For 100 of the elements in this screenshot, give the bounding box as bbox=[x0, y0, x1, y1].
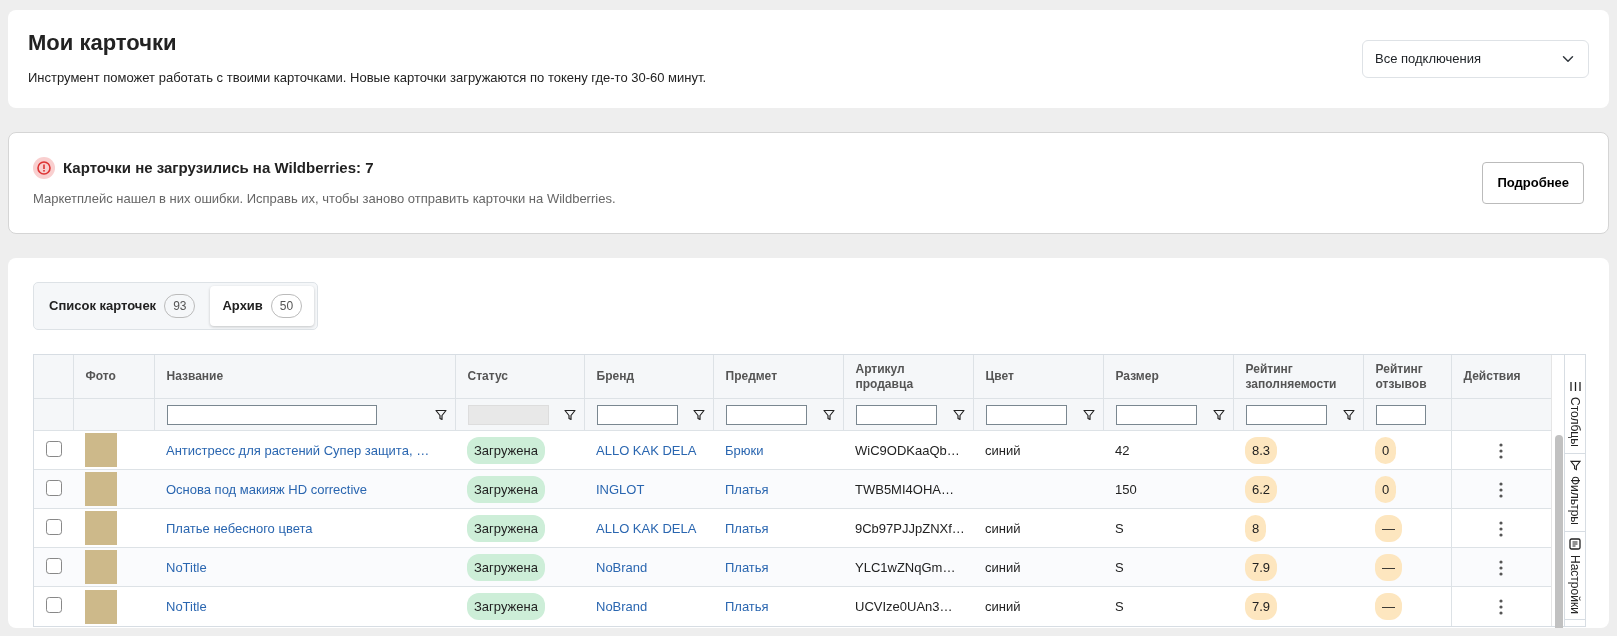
table-cell: синий bbox=[985, 520, 1021, 536]
kebab-icon bbox=[1499, 482, 1504, 499]
column-header: Фото bbox=[85, 369, 117, 385]
status-badge: Загружена bbox=[467, 592, 545, 621]
filter-icon[interactable] bbox=[822, 408, 835, 421]
column-header: Статус bbox=[467, 369, 509, 385]
rating-badge: — bbox=[1375, 514, 1402, 543]
photo-placeholder bbox=[85, 589, 117, 624]
filter-field[interactable] bbox=[1245, 404, 1328, 425]
filter-icon[interactable] bbox=[434, 408, 447, 421]
rating-badge: 0 bbox=[1375, 436, 1397, 465]
row-checkbox[interactable] bbox=[46, 479, 62, 496]
photo-placeholder bbox=[85, 511, 117, 546]
table-link[interactable]: ALLO KAK DELA bbox=[596, 442, 697, 458]
rating-badge: 8 bbox=[1245, 514, 1267, 543]
table-cell: S bbox=[1115, 598, 1124, 614]
kebab-icon bbox=[1499, 521, 1504, 538]
table-cell: синий bbox=[985, 598, 1021, 614]
rating-badge: 7.9 bbox=[1245, 553, 1278, 582]
table-cell: 42 bbox=[1115, 442, 1130, 458]
error-icon bbox=[33, 157, 55, 180]
table-cell: YLC1wZNqGm… bbox=[855, 559, 956, 575]
scrollbar-thumb[interactable] bbox=[1555, 434, 1563, 628]
filter-icon[interactable] bbox=[563, 408, 576, 421]
table-link[interactable]: INGLOT bbox=[596, 481, 645, 497]
filter-field[interactable] bbox=[855, 404, 938, 425]
column-header: Размер bbox=[1115, 369, 1160, 385]
status-badge: Загружена bbox=[467, 553, 545, 582]
alert-title: Карточки не загрузились на Wildberries: 7 bbox=[63, 157, 374, 178]
filter-icon[interactable] bbox=[692, 408, 705, 421]
tab-label: Список карточек bbox=[49, 297, 157, 316]
filter-field[interactable] bbox=[985, 404, 1068, 425]
filter-icon bbox=[1569, 459, 1581, 471]
status-badge: Загружена bbox=[467, 436, 545, 465]
photo-placeholder bbox=[85, 550, 117, 585]
rating-badge: 0 bbox=[1375, 475, 1397, 504]
rating-badge: — bbox=[1375, 592, 1402, 621]
table-link[interactable]: Платья bbox=[725, 481, 769, 497]
column-header: Рейтинг отзывов bbox=[1375, 361, 1428, 392]
status-badge: Загружена bbox=[467, 475, 545, 504]
table-cell: 150 bbox=[1115, 481, 1137, 497]
tab[interactable]: Список карточек 93 bbox=[37, 285, 208, 326]
table-cell: 9Cb97PJJpZNXf… bbox=[855, 520, 965, 536]
table-cell: S bbox=[1115, 559, 1124, 575]
kebab-icon bbox=[1499, 599, 1504, 616]
table-link[interactable]: Платье небесного цвета bbox=[166, 520, 313, 536]
kebab-icon bbox=[1499, 443, 1504, 460]
status-badge: Загружена bbox=[467, 514, 545, 543]
page-title: Мои карточки bbox=[28, 30, 178, 57]
table-cell: S bbox=[1115, 520, 1124, 536]
details-button[interactable]: Подробнее bbox=[1482, 162, 1584, 204]
columns-icon bbox=[1569, 380, 1581, 392]
row-checkbox[interactable] bbox=[46, 518, 62, 535]
filter-field[interactable] bbox=[1375, 404, 1426, 425]
column-header: Название bbox=[166, 369, 225, 385]
page-description: Инструмент поможет работать с твоими карточками. Новые карточки загружаются по токену где-то 30-60 минут. bbox=[28, 69, 707, 88]
table-link[interactable]: Брюки bbox=[725, 442, 764, 458]
table-link[interactable]: NoBrand bbox=[596, 559, 648, 575]
kebab-icon bbox=[1499, 560, 1504, 577]
panel-icon bbox=[1569, 537, 1581, 550]
filter-icon[interactable] bbox=[1212, 408, 1225, 421]
filter-icon[interactable] bbox=[1082, 408, 1095, 421]
table-link[interactable]: NoTitle bbox=[166, 598, 207, 614]
column-header: Рейтинг заполняемости bbox=[1245, 361, 1338, 392]
tab[interactable]: Архив 50 bbox=[210, 285, 315, 326]
table-cell: синий bbox=[985, 442, 1021, 458]
filter-icon[interactable] bbox=[952, 408, 965, 421]
photo-placeholder bbox=[85, 472, 117, 507]
row-checkbox[interactable] bbox=[46, 557, 62, 574]
photo-placeholder bbox=[85, 433, 117, 468]
table-link[interactable]: Платья bbox=[725, 520, 769, 536]
table-link[interactable]: Антистресс для растений Супер защита, … bbox=[166, 442, 430, 458]
column-header: Действия bbox=[1463, 369, 1522, 385]
filter-field[interactable] bbox=[166, 404, 377, 425]
row-checkbox[interactable] bbox=[46, 440, 62, 457]
column-header: Артикул продавца bbox=[855, 361, 915, 392]
connection-select[interactable]: Все подключения bbox=[1362, 39, 1589, 78]
alert-text: Маркетплейс нашел в них ошибки. Исправь их, чтобы заново отправить карточки на Wildberries. bbox=[33, 190, 616, 209]
rating-badge: 7.9 bbox=[1245, 592, 1278, 621]
column-header: Предмет bbox=[725, 369, 778, 385]
table-link[interactable]: Платья bbox=[725, 598, 769, 614]
column-header: Бренд bbox=[596, 369, 635, 385]
table-cell: синий bbox=[985, 559, 1021, 575]
rating-badge: — bbox=[1375, 553, 1402, 582]
filter-field[interactable] bbox=[1115, 404, 1198, 425]
rating-badge: 8.3 bbox=[1245, 436, 1278, 465]
table-link[interactable]: NoBrand bbox=[596, 598, 648, 614]
table-cell: UCVIze0UAn3… bbox=[855, 598, 953, 614]
table-link[interactable]: ALLO KAK DELA bbox=[596, 520, 697, 536]
row-checkbox[interactable] bbox=[46, 596, 62, 613]
filter-field[interactable] bbox=[596, 404, 678, 425]
table-cell: TWB5MI4OHA… bbox=[855, 481, 954, 497]
filter-field[interactable] bbox=[725, 404, 808, 425]
tab-label: Архив bbox=[222, 297, 263, 316]
rating-badge: 6.2 bbox=[1245, 475, 1278, 504]
table-link[interactable]: NoTitle bbox=[166, 559, 207, 575]
table-link[interactable]: Платья bbox=[725, 559, 769, 575]
table-cell: WiC9ODKaaQb… bbox=[855, 442, 960, 458]
filter-icon[interactable] bbox=[1342, 408, 1355, 421]
column-header: Цвет bbox=[985, 369, 1015, 385]
